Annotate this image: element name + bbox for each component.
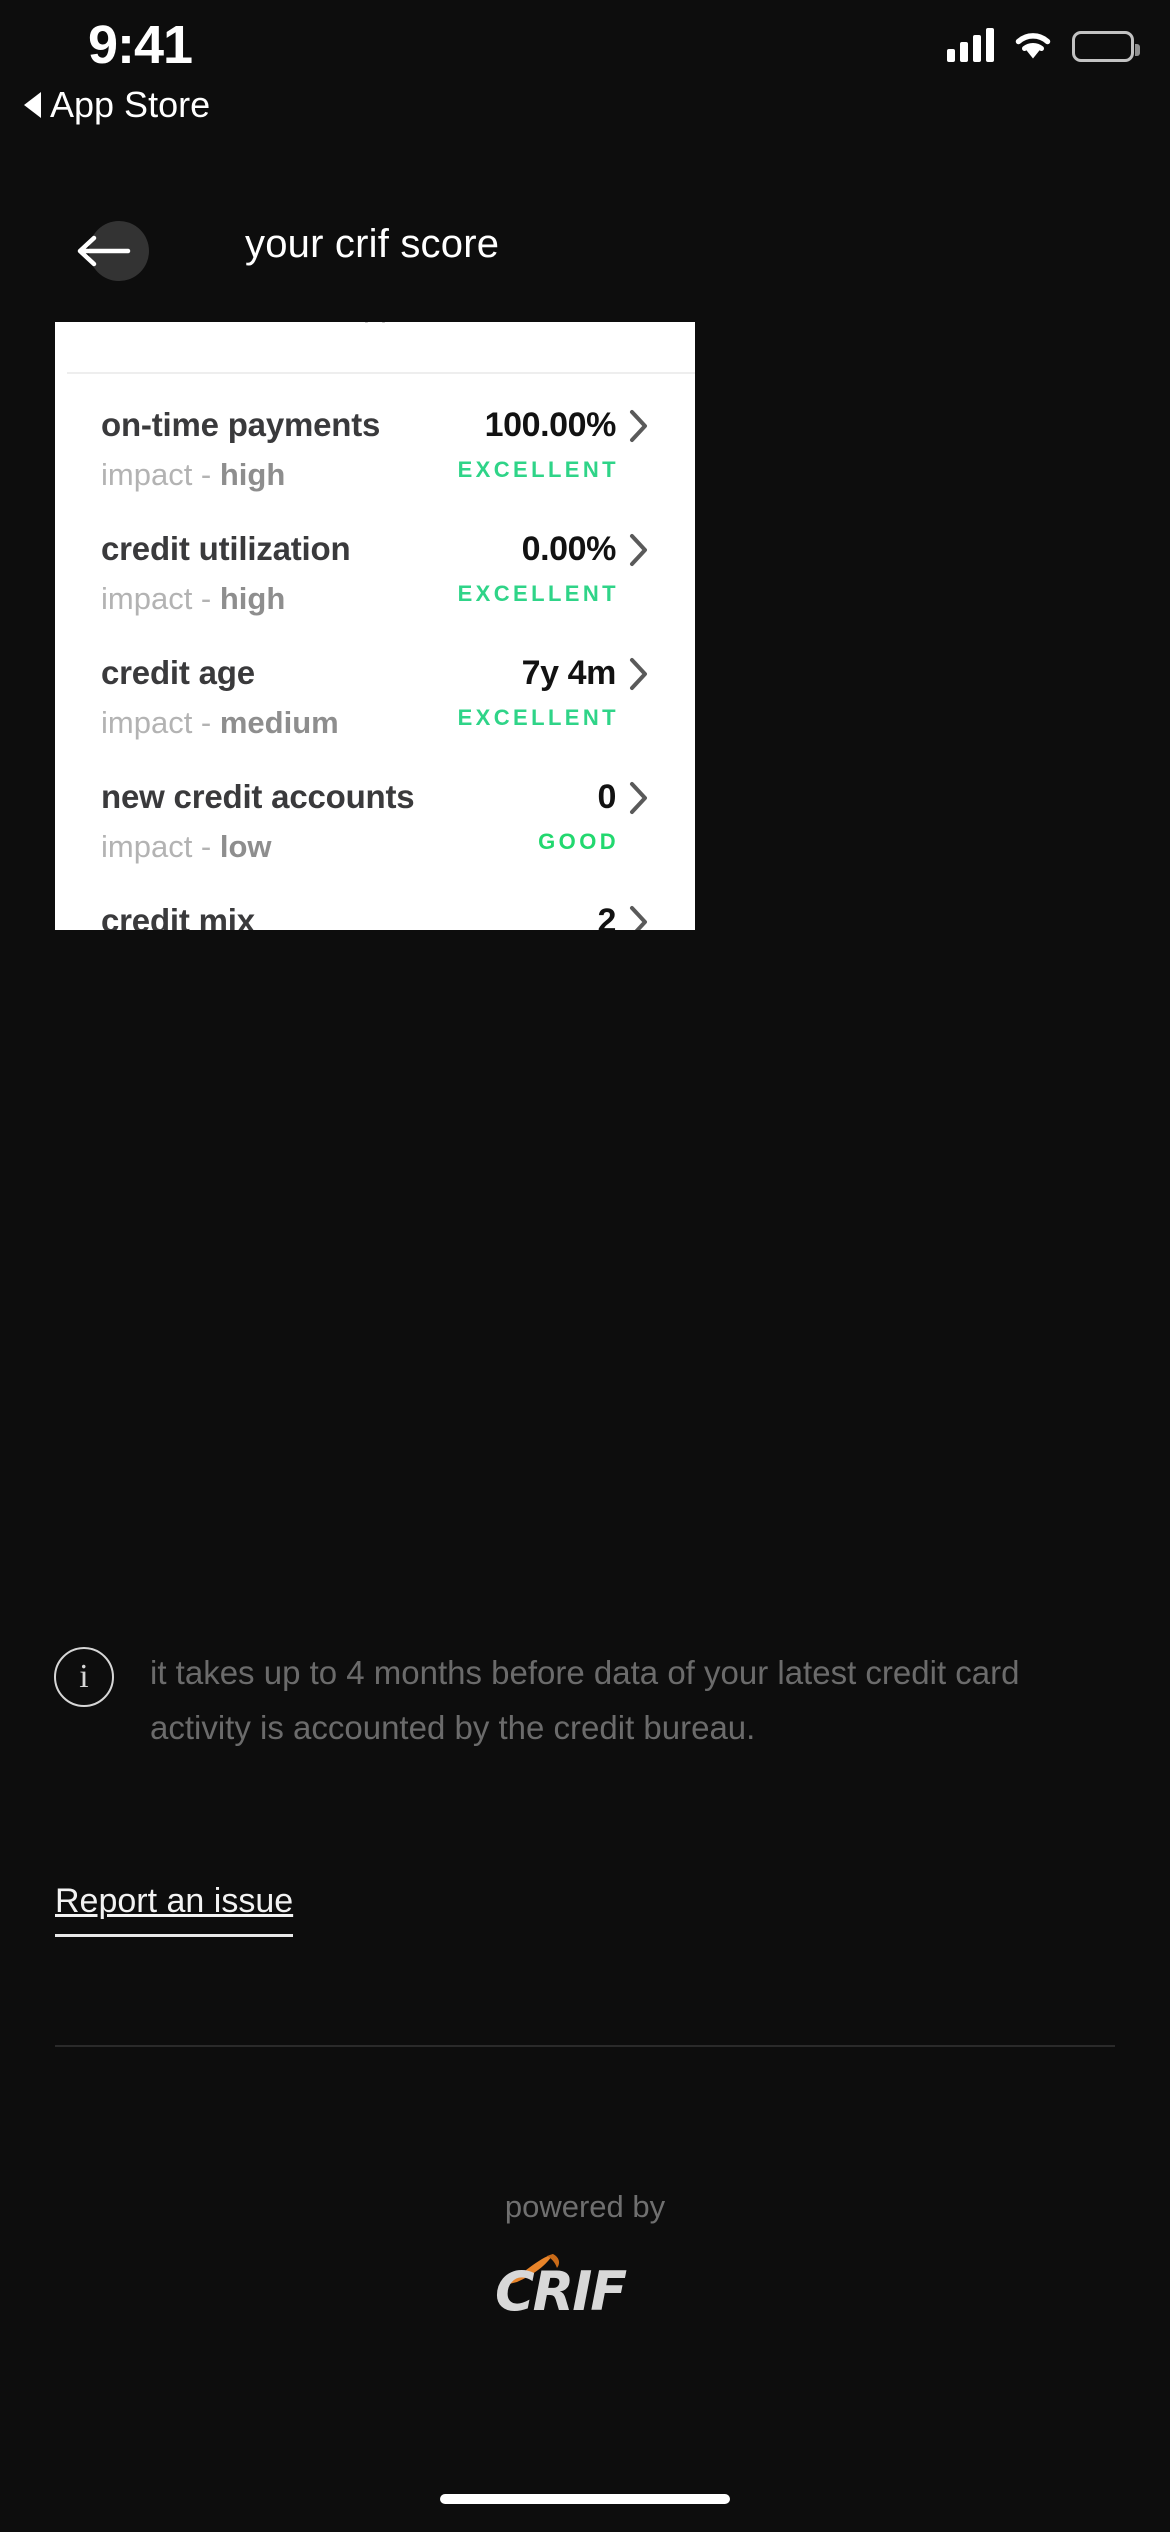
score-factor-rating-badge: GOOD [538, 829, 619, 854]
info-note-text: it takes up to 4 months before data of y… [150, 1654, 1020, 1746]
phone-screen: 9:41 App Store your crif score on-time p… [0, 0, 1170, 2532]
impact-level: high [219, 581, 286, 616]
score-factor-values: 2GOOD [538, 902, 649, 930]
score-factor-values: 7y 4m EXCELLENT [458, 654, 649, 731]
navigation-header: your crif score [0, 196, 1170, 306]
cellular-signal-icon [947, 28, 994, 62]
crif-logo: CRIF [0, 2254, 1170, 2323]
score-factors-card: · · on-time payments impact - high 100.00%… [55, 322, 695, 930]
info-icon: i [54, 1647, 114, 1707]
score-factor-name: credit mix [101, 902, 255, 930]
score-factor-rating-badge: EXCELLENT [457, 581, 619, 606]
score-factor-impact: impact - high [101, 581, 350, 617]
score-factor-impact: impact - low [101, 829, 414, 865]
score-factor-labels: on-time payments impact - high [101, 406, 380, 493]
score-factor-list: on-time payments impact - high 100.00% EXCE… [55, 372, 695, 930]
impact-label: impact - [101, 705, 220, 740]
score-factor-labels: credit miximpact - low [101, 902, 272, 930]
score-factor-value-row[interactable]: 100.00% [485, 406, 649, 445]
chevron-right-icon[interactable] [629, 657, 649, 691]
card-clipped-header: · · [55, 322, 695, 372]
home-indicator[interactable] [440, 2494, 730, 2504]
score-factor-value-row[interactable]: 7y 4m [522, 654, 649, 693]
card-clipped-header-text: · · [362, 322, 388, 336]
score-factor-name: new credit accounts [101, 778, 415, 815]
status-bar-indicators [947, 28, 1140, 62]
powered-by-label: powered by [504, 2189, 666, 2224]
status-bar-back-label: App Store [50, 84, 211, 125]
page-title: your crif score [245, 222, 500, 266]
back-button[interactable] [55, 204, 149, 298]
score-factor-impact: impact - medium [101, 705, 339, 741]
score-factor-value-row[interactable]: 2 [597, 902, 649, 930]
score-factor-value: 100.00% [484, 406, 617, 444]
report-an-issue-link[interactable]: Report an issue [55, 1882, 294, 1937]
impact-label: impact - [101, 829, 220, 864]
back-arrow-icon [77, 235, 131, 267]
score-factor-name: on-time payments [101, 406, 381, 443]
score-factor-row[interactable]: credit age impact - medium 7y 4m EXCELLENT [101, 620, 649, 744]
info-note: i it takes up to 4 months before data of… [54, 1645, 1124, 1755]
impact-label: impact - [101, 457, 220, 492]
score-factor-values: 100.00% EXCELLENT [458, 406, 649, 483]
score-factor-value-row[interactable]: 0.00% [522, 530, 649, 569]
back-triangle-icon [24, 92, 41, 118]
score-factor-labels: credit age impact - medium [101, 654, 339, 741]
score-factor-rating-badge: EXCELLENT [457, 705, 619, 730]
score-factor-value: 7y 4m [521, 654, 617, 692]
footer-divider [55, 2045, 1115, 2047]
score-factor-row[interactable]: credit miximpact - low 2GOOD [101, 868, 649, 930]
score-factor-row[interactable]: credit utilization impact - high 0.00% EXCE… [101, 496, 649, 620]
status-bar-time: 9:41 [88, 15, 193, 75]
status-bar-back-to-app-store[interactable]: App Store [24, 84, 210, 126]
score-factor-name: credit age [101, 654, 255, 691]
score-factor-values: 0 GOOD [538, 778, 649, 855]
battery-icon [1072, 31, 1140, 62]
score-factor-name: credit utilization [101, 530, 351, 567]
chevron-right-icon[interactable] [629, 409, 649, 443]
score-factor-value: 0.00% [521, 530, 617, 568]
impact-level: high [219, 457, 286, 492]
score-factor-value-row[interactable]: 0 [597, 778, 649, 817]
score-factor-row[interactable]: on-time payments impact - high 100.00% EXCE… [101, 372, 649, 496]
chevron-right-icon[interactable] [629, 905, 649, 930]
score-factor-impact: impact - high [101, 457, 380, 493]
chevron-right-icon[interactable] [629, 781, 649, 815]
crif-logo-text: CRIF [495, 2260, 627, 2323]
score-factor-rating-badge: EXCELLENT [457, 457, 619, 482]
status-bar: 9:41 App Store [0, 0, 1170, 130]
impact-label: impact - [101, 581, 220, 616]
score-factor-values: 0.00% EXCELLENT [458, 530, 649, 607]
chevron-right-icon[interactable] [629, 533, 649, 567]
score-factor-value: 2 [597, 902, 616, 930]
score-factor-value: 0 [597, 778, 616, 816]
score-factor-labels: credit utilization impact - high [101, 530, 351, 617]
score-factor-row[interactable]: new credit accounts impact - low 0 GOOD [101, 744, 649, 868]
impact-level: medium [219, 705, 339, 740]
score-factor-labels: new credit accounts impact - low [101, 778, 415, 865]
wifi-icon [1012, 28, 1054, 62]
impact-level: low [219, 829, 272, 864]
